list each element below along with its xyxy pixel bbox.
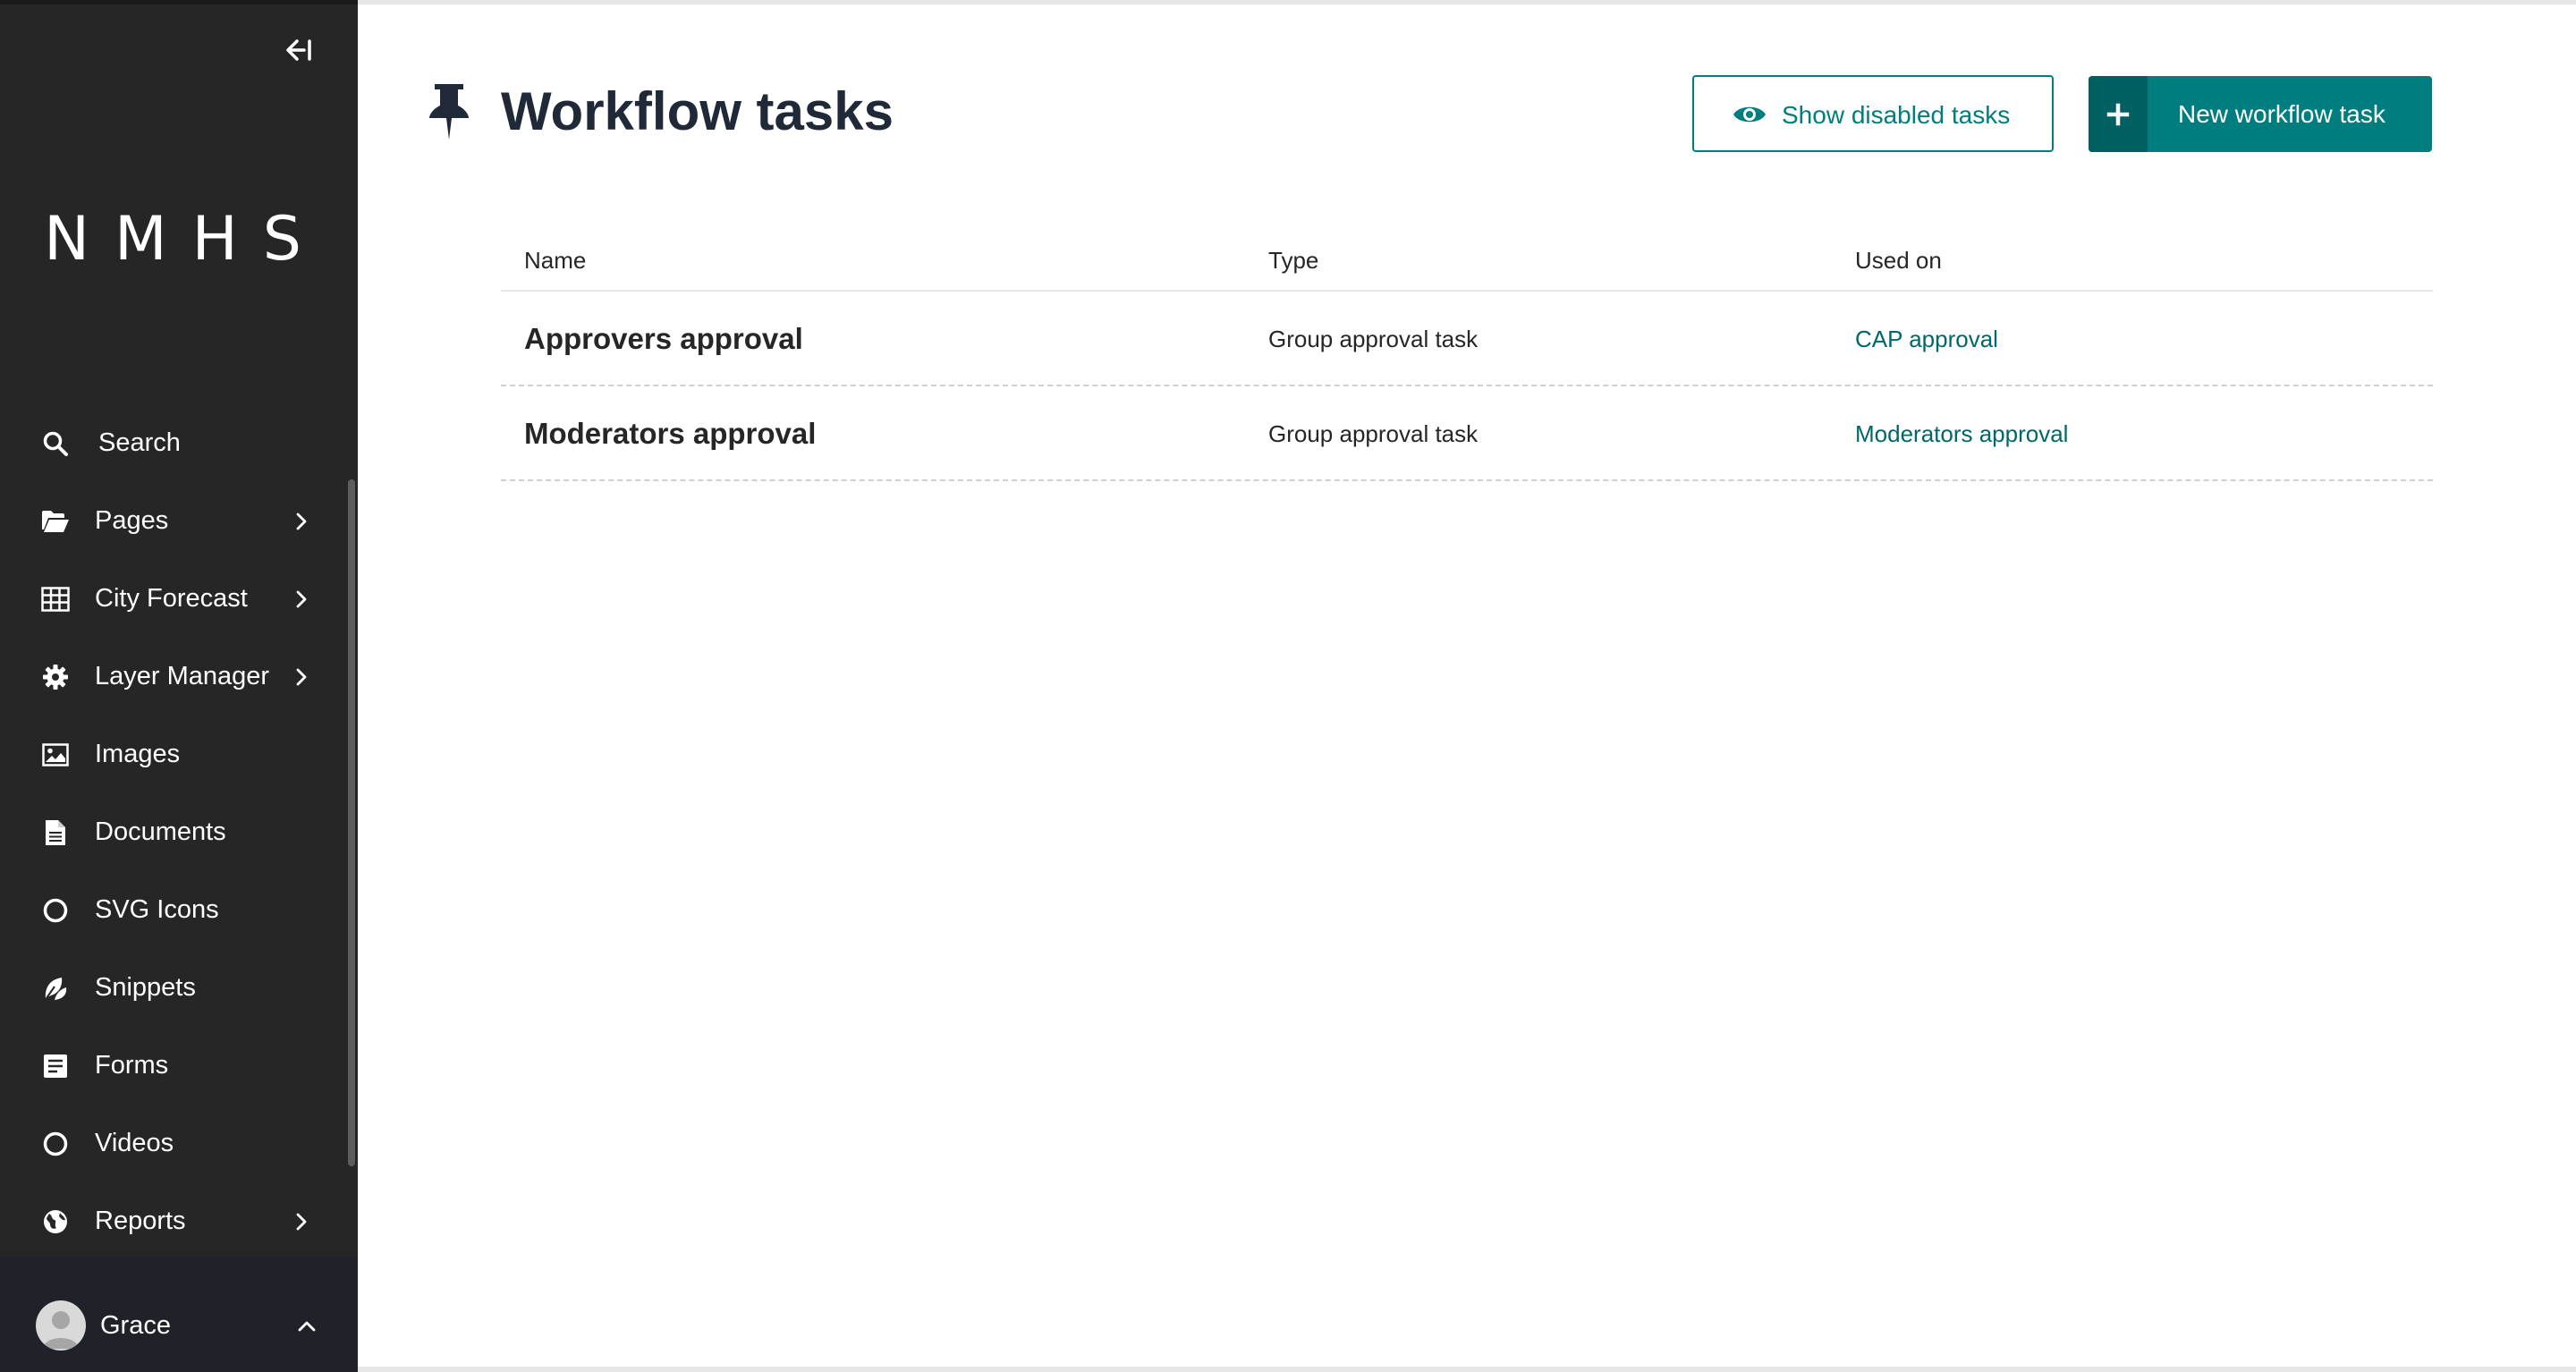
sidebar-item-label: Layer Manager bbox=[95, 662, 270, 690]
plus-icon bbox=[2089, 76, 2148, 152]
sidebar-item-images[interactable]: Images bbox=[0, 716, 345, 793]
sidebar-item-label: Videos bbox=[95, 1129, 174, 1157]
sidebar-item-label: SVG Icons bbox=[95, 895, 219, 924]
used-on-link[interactable]: CAP approval bbox=[1855, 326, 1998, 353]
document-icon bbox=[39, 817, 72, 849]
show-disabled-tasks-label: Show disabled tasks bbox=[1782, 101, 2011, 129]
page-title: Workflow tasks bbox=[501, 81, 894, 141]
sidebar: NMHS Search Pages City Forecast Layer Ma… bbox=[0, 0, 358, 1372]
globe-icon bbox=[39, 1206, 72, 1238]
sidebar-item-label: Pages bbox=[95, 506, 169, 535]
sidebar-item-label: Images bbox=[95, 740, 181, 768]
avatar bbox=[36, 1300, 86, 1351]
sidebar-item-snippets[interactable]: Snippets bbox=[0, 949, 345, 1027]
sidebar-item-label: Reports bbox=[95, 1207, 186, 1235]
workflow-tasks-table: Name Type Used on Approvers approval Gro… bbox=[501, 241, 2433, 481]
collapse-sidebar-button[interactable] bbox=[277, 34, 320, 66]
sidebar-item-forms[interactable]: Forms bbox=[0, 1027, 345, 1105]
sidebar-item-city-forecast[interactable]: City Forecast bbox=[0, 560, 345, 638]
chevron-up-icon bbox=[293, 1313, 320, 1340]
gear-icon bbox=[39, 661, 72, 693]
pushpin-icon bbox=[424, 82, 474, 141]
sidebar-scrollbar[interactable] bbox=[348, 479, 355, 1166]
snippet-icon bbox=[39, 972, 72, 1004]
chevron-right-icon bbox=[288, 1208, 315, 1235]
task-name-link[interactable]: Moderators approval bbox=[524, 417, 816, 451]
form-icon bbox=[39, 1050, 72, 1082]
column-header-type: Type bbox=[1268, 247, 1319, 274]
chevron-right-icon bbox=[288, 664, 315, 690]
search-icon bbox=[39, 428, 72, 460]
sidebar-item-label: City Forecast bbox=[95, 584, 248, 613]
sidebar-item-videos[interactable]: Videos bbox=[0, 1105, 345, 1182]
table-header: Name Type Used on bbox=[501, 241, 2433, 292]
main-top-border bbox=[358, 0, 2576, 4]
sidebar-item-search[interactable]: Search bbox=[0, 404, 345, 482]
image-icon bbox=[39, 739, 72, 771]
table-row: Moderators approval Group approval task … bbox=[501, 386, 2433, 481]
account-menu-toggle[interactable]: Grace bbox=[0, 1258, 358, 1372]
sidebar-item-reports[interactable]: Reports bbox=[0, 1182, 345, 1260]
main-bottom-border bbox=[358, 1367, 2576, 1372]
table-icon bbox=[39, 583, 72, 615]
chevron-right-icon bbox=[288, 586, 315, 613]
task-name-link[interactable]: Approvers approval bbox=[524, 322, 803, 356]
used-on-link[interactable]: Moderators approval bbox=[1855, 420, 2068, 448]
task-type: Group approval task bbox=[1268, 326, 1479, 352]
sidebar-item-svg-icons[interactable]: SVG Icons bbox=[0, 871, 345, 949]
sidebar-item-documents[interactable]: Documents bbox=[0, 793, 345, 871]
sidebar-top-border bbox=[0, 0, 358, 4]
circle-icon bbox=[39, 894, 72, 927]
sidebar-menu: Search Pages City Forecast Layer Manager… bbox=[0, 404, 345, 1260]
new-workflow-task-label: New workflow task bbox=[2178, 100, 2385, 128]
sidebar-item-layer-manager[interactable]: Layer Manager bbox=[0, 638, 345, 716]
account-name: Grace bbox=[100, 1311, 171, 1340]
column-header-used-on: Used on bbox=[1855, 247, 1942, 274]
eye-icon bbox=[1732, 98, 1767, 131]
show-disabled-tasks-button[interactable]: Show disabled tasks bbox=[1692, 75, 2054, 152]
collapse-left-icon bbox=[286, 39, 311, 61]
sidebar-item-label: Snippets bbox=[95, 973, 196, 1002]
new-workflow-task-button[interactable]: New workflow task bbox=[2089, 76, 2432, 152]
circle-icon bbox=[39, 1128, 72, 1160]
table-row: Approvers approval Group approval task C… bbox=[501, 292, 2433, 386]
sidebar-item-label: Documents bbox=[95, 817, 226, 846]
folder-open-icon bbox=[39, 505, 72, 538]
site-logo[interactable]: NMHS bbox=[0, 204, 358, 275]
sidebar-item-label: Search bbox=[98, 428, 181, 457]
task-type: Group approval task bbox=[1268, 420, 1479, 447]
chevron-right-icon bbox=[288, 508, 315, 535]
sidebar-item-pages[interactable]: Pages bbox=[0, 482, 345, 560]
column-header-name: Name bbox=[524, 247, 587, 274]
sidebar-item-label: Forms bbox=[95, 1051, 169, 1080]
